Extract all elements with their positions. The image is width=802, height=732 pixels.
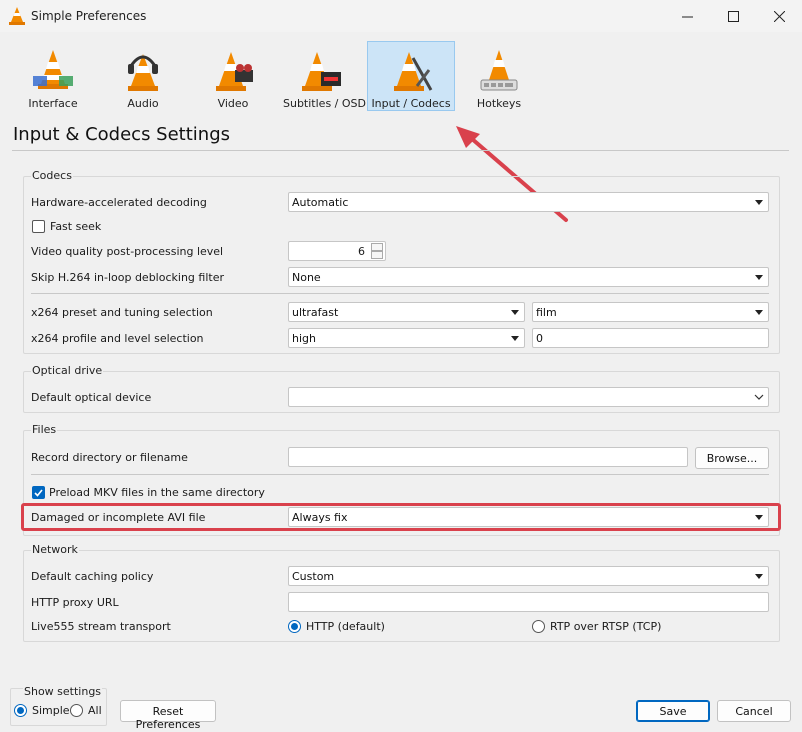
tab-label: Interface	[28, 97, 78, 110]
reset-preferences-button[interactable]: Reset Preferences	[120, 700, 216, 731]
chevron-down-icon	[754, 394, 764, 400]
files-group-title: Files	[31, 423, 58, 436]
transport-rtp-radio[interactable]	[532, 620, 545, 633]
http-proxy-input[interactable]	[288, 592, 769, 612]
transport-http-label: HTTP (default)	[306, 620, 385, 633]
checkmark-icon	[34, 489, 43, 497]
tab-label: Audio	[127, 97, 159, 110]
x264-preset-select[interactable]: ultrafast	[288, 302, 525, 322]
transport-rtp-label: RTP over RTSP (TCP)	[550, 620, 662, 633]
x264-preset-label: x264 preset and tuning selection	[31, 306, 213, 319]
page-title: Input & Codecs Settings	[13, 124, 230, 145]
tab-interface[interactable]: Interface	[18, 41, 88, 111]
fast-seek-label: Fast seek	[50, 220, 102, 233]
simple-radio[interactable]	[14, 704, 27, 717]
skip-h264-select[interactable]: None	[288, 267, 769, 287]
skip-h264-label: Skip H.264 in-loop deblocking filter	[31, 271, 224, 284]
subtitles-cone-icon	[302, 52, 341, 91]
record-dir-label: Record directory or filename	[31, 451, 188, 464]
hw-decoding-select[interactable]: Automatic	[288, 192, 769, 212]
all-label: All	[88, 704, 102, 717]
heading-divider	[12, 150, 789, 151]
hotkeys-cone-icon	[480, 50, 518, 91]
preload-mkv-label: Preload MKV files in the same directory	[49, 486, 265, 499]
caching-policy-label: Default caching policy	[31, 570, 154, 583]
tab-label: Video	[217, 97, 249, 110]
close-icon	[773, 10, 785, 22]
codecs-group-title: Codecs	[31, 169, 73, 182]
maximize-icon	[727, 10, 739, 22]
x264-profile-label: x264 profile and level selection	[31, 332, 204, 345]
network-group-title: Network	[31, 543, 79, 556]
avi-highlight-box	[21, 503, 781, 531]
pp-level-value: 6	[358, 245, 365, 258]
x264-level-input[interactable]: 0	[532, 328, 769, 348]
tab-subtitles-osd[interactable]: Subtitles / OSD	[282, 41, 366, 111]
spin-up-button[interactable]	[371, 243, 383, 251]
tab-label: Hotkeys	[476, 97, 522, 110]
tab-label: Subtitles / OSD	[283, 97, 366, 110]
tab-video[interactable]: Video	[198, 41, 268, 111]
tab-hotkeys[interactable]: Hotkeys	[464, 41, 534, 111]
window-title: Simple Preferences	[31, 9, 147, 23]
stream-transport-label: Live555 stream transport	[31, 620, 171, 633]
dropdown-arrow-icon	[755, 574, 763, 579]
preload-mkv-checkbox[interactable]	[32, 486, 45, 499]
optical-device-label: Default optical device	[31, 391, 152, 404]
tab-label: Input / Codecs	[371, 97, 451, 110]
close-button[interactable]	[756, 2, 802, 30]
input-codecs-cone-icon	[394, 52, 433, 91]
dropdown-arrow-icon	[755, 200, 763, 205]
caching-policy-value: Custom	[292, 570, 335, 583]
fast-seek-checkbox[interactable]	[32, 220, 45, 233]
hw-decoding-label: Hardware-accelerated decoding	[31, 196, 207, 209]
title-bar: Simple Preferences	[0, 0, 802, 32]
browse-button[interactable]: Browse...	[695, 447, 769, 469]
caching-policy-select[interactable]: Custom	[288, 566, 769, 586]
dropdown-arrow-icon	[511, 310, 519, 315]
maximize-button[interactable]	[710, 2, 756, 30]
tab-audio[interactable]: Audio	[108, 41, 178, 111]
transport-http-radio[interactable]	[288, 620, 301, 633]
optical-device-select[interactable]	[288, 387, 769, 407]
minimize-button[interactable]	[664, 2, 710, 30]
x264-tune-select[interactable]: film	[532, 302, 769, 322]
dropdown-arrow-icon	[755, 275, 763, 280]
vlc-cone-icon	[9, 7, 25, 25]
x264-level-value: 0	[536, 332, 543, 345]
codecs-separator	[31, 293, 769, 294]
pp-level-label: Video quality post-processing level	[31, 245, 224, 258]
tab-input-codecs[interactable]: Input / Codecs	[367, 41, 455, 111]
hw-decoding-value: Automatic	[292, 196, 349, 209]
pp-level-spinbox[interactable]: 6	[288, 241, 386, 261]
dropdown-arrow-icon	[755, 310, 763, 315]
audio-headphones-cone-icon	[128, 54, 158, 91]
all-radio[interactable]	[70, 704, 83, 717]
files-separator	[31, 474, 769, 475]
interface-cone-icon	[33, 50, 73, 89]
http-proxy-label: HTTP proxy URL	[31, 596, 119, 609]
x264-tune-value: film	[536, 306, 557, 319]
record-dir-input[interactable]	[288, 447, 688, 467]
category-toolbar: Interface Audio Video Subtitles / OSD In…	[0, 38, 802, 114]
video-cone-icon	[216, 52, 253, 91]
x264-profile-select[interactable]: high	[288, 328, 525, 348]
cancel-button[interactable]: Cancel	[717, 700, 791, 722]
spin-down-button[interactable]	[371, 251, 383, 259]
skip-h264-value: None	[292, 271, 321, 284]
minimize-icon	[681, 16, 693, 17]
dropdown-arrow-icon	[511, 336, 519, 341]
x264-profile-value: high	[292, 332, 316, 345]
show-settings-title: Show settings	[23, 685, 103, 698]
simple-label: Simple	[32, 704, 70, 717]
optical-group-title: Optical drive	[31, 364, 104, 377]
save-button[interactable]: Save	[636, 700, 710, 722]
x264-preset-value: ultrafast	[292, 306, 339, 319]
